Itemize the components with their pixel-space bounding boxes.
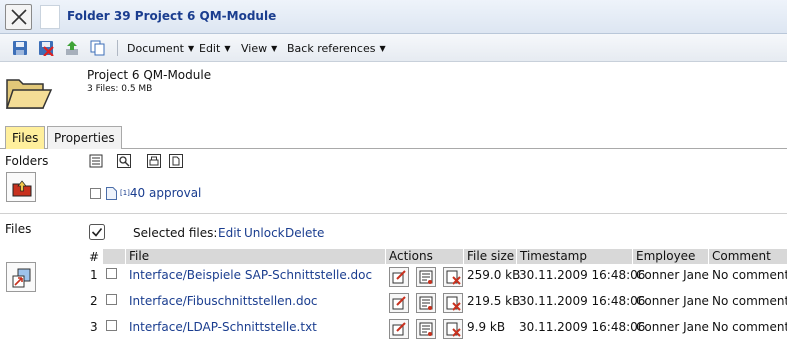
upload-icon[interactable] — [64, 40, 80, 56]
file-action-button[interactable] — [6, 262, 36, 292]
file-size: 219.5 kB — [467, 294, 521, 308]
folder-checkbox[interactable] — [90, 188, 101, 199]
folder-info: 3 Files: 0.5 MB — [87, 84, 153, 94]
list-view-icon[interactable] — [89, 154, 103, 168]
row-number: 2 — [90, 294, 98, 308]
folders-label: Folders — [5, 154, 49, 168]
menu-view[interactable]: View ▼ — [241, 42, 277, 55]
print-file-button[interactable] — [416, 319, 436, 339]
row-checkbox[interactable] — [106, 320, 117, 331]
col-header-employee[interactable]: Employee — [633, 249, 708, 264]
edit-file-button[interactable] — [389, 293, 409, 313]
files-label: Files — [5, 222, 32, 236]
chevron-down-icon: ▼ — [224, 44, 231, 53]
col-header-check — [103, 249, 125, 264]
select-all-checkbox[interactable] — [89, 224, 105, 240]
chevron-down-icon: ▼ — [379, 44, 386, 53]
folder-name: Project 6 QM-Module — [87, 68, 212, 82]
window-title: Folder 39 Project 6 QM-Module — [67, 9, 277, 23]
file-link[interactable]: Interface/Beispiele SAP-Schnittstelle.do… — [129, 268, 372, 282]
toolbar-separator — [117, 40, 118, 56]
print-icon[interactable] — [147, 154, 161, 168]
menu-document[interactable]: Document ▼ — [127, 42, 194, 55]
edit-icon — [392, 270, 406, 284]
col-header-comment[interactable]: Comment — [709, 249, 787, 264]
section-divider — [0, 213, 787, 214]
comment: No comment — [712, 294, 787, 308]
folder-up-button[interactable] — [6, 172, 36, 202]
folder-up-icon — [12, 180, 32, 197]
col-header-actions: Actions — [386, 249, 463, 264]
toolbar: Document ▼ Edit ▼ View ▼ Back references ▼ — [0, 34, 787, 62]
print-icon — [419, 296, 433, 310]
print-file-button[interactable] — [416, 293, 436, 313]
close-icon — [11, 9, 27, 25]
col-header-file[interactable]: File — [126, 249, 385, 264]
folder-link-40-approval[interactable]: 40 approval — [130, 186, 201, 200]
col-header-timestamp[interactable]: Timestamp — [517, 249, 632, 264]
comment: No comment — [712, 320, 787, 334]
file-size: 9.9 kB — [467, 320, 506, 334]
row-checkbox[interactable] — [106, 268, 117, 279]
delete-icon — [446, 296, 461, 311]
delete-file-button[interactable] — [443, 319, 463, 339]
export-icon — [12, 268, 31, 288]
tab-files[interactable]: Files — [5, 126, 46, 149]
folder-item: [1]40 approval — [120, 186, 201, 200]
tab-bar: Files Properties — [0, 125, 787, 149]
blank-box — [40, 5, 60, 29]
selected-files-label: Selected files: — [133, 226, 218, 240]
print-icon — [419, 322, 433, 336]
file-link[interactable]: Interface/LDAP-Schnittstelle.txt — [129, 320, 317, 334]
save-icon[interactable] — [12, 40, 28, 56]
delete-icon — [446, 322, 461, 337]
search-icon[interactable] — [117, 154, 131, 168]
edit-file-button[interactable] — [389, 319, 409, 339]
timestamp: 30.11.2009 16:48:06 — [519, 320, 646, 334]
file-size: 259.0 kB — [467, 268, 521, 282]
employee: Conner Jane — [636, 320, 709, 334]
folder-item-marker: [1] — [120, 189, 130, 197]
row-number: 1 — [90, 268, 98, 282]
delete-icon — [446, 270, 461, 285]
edit-file-button[interactable] — [389, 267, 409, 287]
edit-icon — [392, 296, 406, 310]
tab-properties[interactable]: Properties — [47, 126, 122, 149]
unlock-link[interactable]: Unlock — [244, 226, 285, 240]
document-icon[interactable] — [169, 154, 183, 168]
timestamp: 30.11.2009 16:48:06 — [519, 268, 646, 282]
col-header-file-size[interactable]: File size — [464, 249, 516, 264]
row-checkbox[interactable] — [106, 294, 117, 305]
comment: No comment — [712, 268, 787, 282]
file-link[interactable]: Interface/Fibuschnittstellen.doc — [129, 294, 318, 308]
row-number: 3 — [90, 320, 98, 334]
col-header-num: # — [89, 250, 100, 264]
edit-link[interactable]: Edit — [218, 226, 241, 240]
delete-link[interactable]: Delete — [285, 226, 324, 240]
edit-icon — [392, 322, 406, 336]
close-button[interactable] — [5, 4, 32, 30]
print-file-button[interactable] — [416, 267, 436, 287]
menu-edit[interactable]: Edit ▼ — [199, 42, 230, 55]
print-icon — [419, 270, 433, 284]
timestamp: 30.11.2009 16:48:06 — [519, 294, 646, 308]
employee: Conner Jane — [636, 294, 709, 308]
chevron-down-icon: ▼ — [188, 44, 195, 53]
delete-file-button[interactable] — [443, 293, 463, 313]
chevron-down-icon: ▼ — [271, 44, 278, 53]
folder-open-icon — [5, 79, 53, 109]
discard-icon[interactable] — [38, 40, 54, 56]
employee: Conner Jane — [636, 268, 709, 282]
copy-icon[interactable] — [90, 40, 106, 56]
title-bar: Folder 39 Project 6 QM-Module — [0, 0, 787, 34]
delete-file-button[interactable] — [443, 267, 463, 287]
menu-back-references[interactable]: Back references ▼ — [287, 42, 386, 55]
file-icon — [106, 187, 117, 200]
